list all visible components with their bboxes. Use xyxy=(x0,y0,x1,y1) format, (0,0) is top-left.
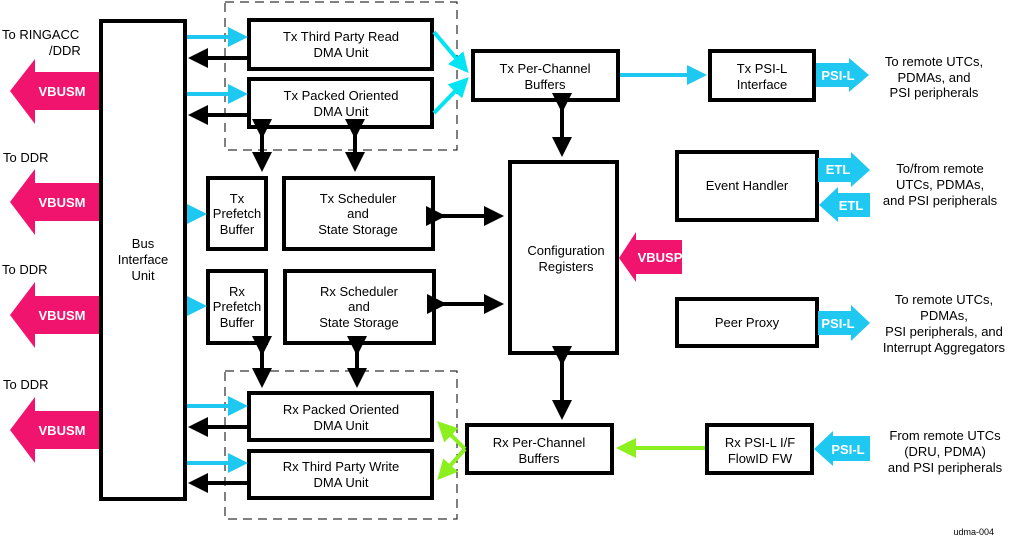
block-label: DMA Unit xyxy=(314,418,369,433)
right-label-peer-proxy: To remote UTCs, xyxy=(895,292,993,307)
rx-third-party-write-dma-unit: Rx Third Party Write DMA Unit xyxy=(247,449,434,500)
tx-third-party-to-buffers-arrow xyxy=(432,30,469,74)
block-label: Rx xyxy=(229,284,245,299)
rx-scheduler-state-storage: Rx Scheduler and State Storage xyxy=(283,269,436,345)
configuration-registers: Configuration Registers xyxy=(508,160,619,355)
right-label-tx-psil: To remote UTCs, xyxy=(885,54,983,69)
right-label-rx-psil: From remote UTCs xyxy=(889,428,1001,443)
psil-label: PSI-L xyxy=(831,442,864,457)
bus-interface-unit: Bus Interface Unit xyxy=(99,19,187,501)
right-label-etl: and PSI peripherals xyxy=(883,193,998,208)
left-label-ddr-4: To DDR xyxy=(3,377,49,392)
event-handler: Event Handler xyxy=(675,150,819,222)
block-label: FlowID FW xyxy=(728,451,793,466)
bus-interface-label: Unit xyxy=(131,268,155,283)
etl-label: ETL xyxy=(826,162,851,177)
block-label: DMA Unit xyxy=(314,104,369,119)
block-label: Rx Per-Channel xyxy=(493,435,586,450)
right-label-peer-proxy: Interrupt Aggregators xyxy=(883,340,1006,355)
vbusm-arrow-3: VBUSM xyxy=(10,282,100,348)
block-label: Event Handler xyxy=(706,178,789,193)
etl-out-arrow: ETL xyxy=(818,152,870,187)
block-label: State Storage xyxy=(318,222,398,237)
block-label: Registers xyxy=(539,259,594,274)
figure-id: udma-004 xyxy=(953,527,994,537)
block-label: Tx Per-Channel xyxy=(499,61,590,76)
rx-buffers-to-rx-packed-arrow xyxy=(437,421,467,451)
block-label: Peer Proxy xyxy=(715,315,780,330)
tx-scheduler-state-storage: Tx Scheduler and State Storage xyxy=(282,176,435,251)
vbusp-label: VBUSP xyxy=(638,250,683,265)
block-label: Prefetch xyxy=(213,206,261,221)
vbusm-label: VBUSM xyxy=(39,423,86,438)
right-label-tx-psil: PSI peripherals xyxy=(890,85,979,100)
right-label-rx-psil: (DRU, PDMA) xyxy=(904,444,986,459)
tx-psil-interface: Tx PSI-L Interface xyxy=(708,49,816,102)
block-label: Rx PSI-L I/F xyxy=(725,435,795,450)
block-label: DMA Unit xyxy=(314,475,369,490)
left-label-ddr-2: To DDR xyxy=(3,150,49,165)
vbusm-arrow-2: VBUSM xyxy=(10,169,100,235)
block-label: Interface xyxy=(737,77,788,92)
psil-label: PSI-L xyxy=(821,316,854,331)
block-label: Configuration xyxy=(527,243,604,258)
peer-proxy: Peer Proxy xyxy=(675,297,819,348)
block-label: Rx Packed Oriented xyxy=(283,402,399,417)
block-label: and xyxy=(348,299,370,314)
bus-interface-label: Interface xyxy=(118,252,169,267)
block-label: Tx Packed Oriented xyxy=(284,88,399,103)
right-label-tx-psil: PDMAs, and xyxy=(898,70,971,85)
peer-proxy-psil-out-arrow: PSI-L xyxy=(818,305,870,341)
tx-packed-oriented-dma-unit: Tx Packed Oriented DMA Unit xyxy=(247,77,434,129)
left-label-ddr-3: To DDR xyxy=(2,262,48,277)
psil-label: PSI-L xyxy=(821,68,854,83)
right-label-peer-proxy: PDMAs, xyxy=(920,308,968,323)
right-label-etl: To/from remote xyxy=(896,161,983,176)
rx-per-channel-buffers: Rx Per-Channel Buffers xyxy=(465,423,614,475)
tx-prefetch-buffer: Tx Prefetch Buffer xyxy=(206,176,268,251)
block-label: and xyxy=(347,206,369,221)
block-label: Prefetch xyxy=(213,299,261,314)
rx-buffers-to-rx-third-party-arrow xyxy=(437,447,467,480)
block-label: DMA Unit xyxy=(314,45,369,60)
block-label: Rx Third Party Write xyxy=(283,459,400,474)
vbusm-label: VBUSM xyxy=(39,84,86,99)
left-label-ringacc-ddr: /DDR xyxy=(49,43,81,58)
tx-packed-to-buffers-arrow xyxy=(432,77,469,115)
block-label: Buffers xyxy=(525,77,566,92)
rx-psil-in-arrow: PSI-L xyxy=(814,431,870,466)
rx-psil-if-flowid-fw: Rx PSI-L I/F FlowID FW xyxy=(705,423,814,475)
tx-psil-out-arrow: PSI-L xyxy=(816,58,869,92)
tx-per-channel-buffers: Tx Per-Channel Buffers xyxy=(471,49,620,102)
etl-label: ETL xyxy=(839,198,864,213)
right-label-etl: UTCs, PDMAs, xyxy=(896,177,984,192)
vbusp-arrow: VBUSP xyxy=(619,232,683,282)
block-label: Rx Scheduler xyxy=(320,284,399,299)
rx-prefetch-buffer: Rx Prefetch Buffer xyxy=(206,269,268,345)
right-label-peer-proxy: PSI peripherals, and xyxy=(885,324,1003,339)
block-label: Tx Scheduler xyxy=(320,191,397,206)
vbusm-arrow-4: VBUSM xyxy=(10,397,100,463)
block-label: Tx xyxy=(230,191,245,206)
block-label: Buffer xyxy=(220,222,255,237)
udma-block-diagram: To RINGACC /DDR To DDR To DDR To DDR VBU… xyxy=(2,1,1006,537)
tx-third-party-read-dma-unit: Tx Third Party Read DMA Unit xyxy=(247,18,434,71)
rx-packed-oriented-dma-unit: Rx Packed Oriented DMA Unit xyxy=(247,391,434,442)
right-label-rx-psil: and PSI peripherals xyxy=(888,460,1003,475)
block-label: Tx PSI-L xyxy=(737,61,788,76)
left-label-ringacc: To RINGACC xyxy=(2,27,79,42)
vbusm-label: VBUSM xyxy=(39,195,86,210)
block-label: Tx Third Party Read xyxy=(283,29,399,44)
block-label: State Storage xyxy=(319,315,399,330)
block-label: Buffer xyxy=(220,315,255,330)
bus-interface-label: Bus xyxy=(132,236,155,251)
block-label: Buffers xyxy=(519,451,560,466)
vbusm-arrow-1: VBUSM xyxy=(10,59,100,124)
vbusm-label: VBUSM xyxy=(39,308,86,323)
etl-in-arrow: ETL xyxy=(819,187,870,222)
